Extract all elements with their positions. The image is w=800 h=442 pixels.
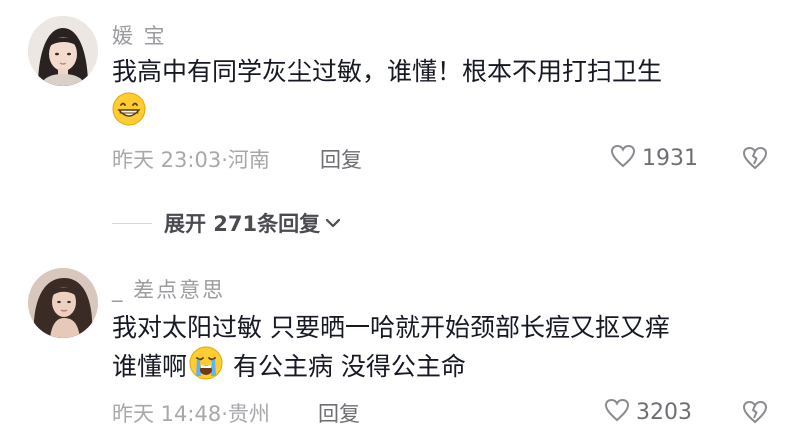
meta-separator: · [221, 402, 228, 426]
dislike-button[interactable] [742, 146, 768, 174]
divider [112, 222, 152, 224]
meta-separator: · [221, 148, 228, 172]
crying-face-emoji-icon [189, 346, 223, 390]
heart-icon [604, 398, 630, 426]
chevron-down-icon [324, 214, 342, 232]
heart-icon [610, 144, 636, 172]
like-count: 1931 [642, 145, 698, 171]
comment-text: 我高中有同学灰尘过敏，谁懂！根本不用打扫卫生 [112, 54, 662, 90]
comment-text: 谁懂啊 有公主病 没得公主命 [112, 346, 466, 390]
comment-text: 我对太阳过敏 只要晒一哈就开始颈部长痘又抠又痒 [112, 310, 670, 346]
broken-heart-icon [742, 400, 768, 428]
comment-text-line: 我对太阳过敏 只要晒一哈就开始颈部长痘又抠又痒 [112, 313, 670, 342]
comment-meta: 昨天 14:48·贵州 [112, 398, 270, 428]
comment-text-line: 有公主病 没得公主命 [225, 352, 466, 381]
comment-item: 媛 宝 我高中有同学灰尘过敏，谁懂！根本不用打扫卫生 昨天 23:03·河南 回… [0, 0, 800, 236]
comment-time: 昨天 14:48 [112, 402, 222, 426]
reply-button[interactable]: 回复 [320, 144, 362, 174]
comment-username[interactable]: _ 差点意思 [112, 274, 225, 304]
expand-replies-label: 展开 271条回复 [164, 212, 321, 236]
comment-text-emoji-line [112, 92, 146, 136]
reply-button[interactable]: 回复 [318, 398, 360, 428]
comment-location: 贵州 [227, 402, 270, 426]
broken-heart-icon [742, 146, 768, 174]
comment-meta: 昨天 23:03·河南 [112, 144, 270, 174]
comment-location: 河南 [227, 148, 270, 172]
comment-item: _ 差点意思 我对太阳过敏 只要晒一哈就开始颈部长痘又抠又痒 谁懂啊 有公主病 … [0, 250, 800, 442]
grinning-face-emoji-icon [112, 92, 146, 136]
expand-replies-button[interactable]: 展开 271条回复 [112, 208, 342, 238]
like-button[interactable]: 3203 [604, 398, 692, 426]
like-count: 3203 [636, 399, 692, 425]
comment-username[interactable]: 媛 宝 [112, 20, 167, 50]
comment-text-line: 谁懂啊 [112, 352, 188, 381]
comment-text-line: 我高中有同学灰尘过敏，谁懂！根本不用打扫卫生 [112, 57, 663, 86]
avatar[interactable] [28, 268, 98, 338]
like-button[interactable]: 1931 [610, 144, 698, 172]
avatar[interactable] [28, 16, 98, 86]
comment-time: 昨天 23:03 [112, 148, 222, 172]
dislike-button[interactable] [742, 400, 768, 428]
